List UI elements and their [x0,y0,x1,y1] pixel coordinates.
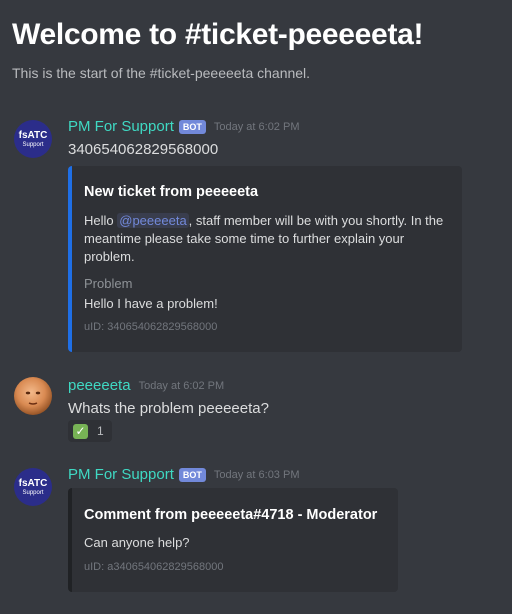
reaction-button[interactable]: ✓ 1 [68,420,112,442]
bot-tag: BOT [178,119,206,134]
timestamp: Today at 6:03 PM [213,468,300,481]
timestamp: Today at 6:02 PM [138,379,225,392]
avatar-subtext: Support [22,489,44,496]
embed: New ticket from peeeeeta Hello @peeeeeta… [68,166,462,352]
author-name[interactable]: PM For Support [68,466,174,483]
avatar-face-icon [25,391,41,405]
bot-tag: BOT [178,467,206,482]
reaction-count: 1 [97,424,104,438]
timestamp: Today at 6:02 PM [213,120,300,133]
avatar-subtext: Support [22,141,44,148]
avatar[interactable]: fsATC Support [14,120,52,158]
checkmark-icon: ✓ [73,423,88,439]
user-mention[interactable]: @peeeeeta [117,213,189,228]
author-name[interactable]: PM For Support [68,118,174,135]
embed-desc-prefix: Hello [84,213,118,228]
message-content: Whats the problem peeeeeta? [68,400,269,417]
avatar-text: fsATC [18,129,48,141]
embed-field-name: Problem [84,276,133,291]
embed-title: Comment from peeeeeta#4718 - Moderator [84,507,378,523]
embed-title: New ticket from peeeeeta [84,184,259,200]
welcome-subtitle: This is the start of the #ticket-peeeeet… [12,65,311,81]
embed-description: Can anyone help? [84,535,190,550]
author-name[interactable]: peeeeeta [68,377,131,394]
embed: Comment from peeeeeta#4718 - Moderator C… [68,488,398,592]
embed-footer: uID: a340654062829568000 [84,561,224,573]
message-content: 340654062829568000 [68,141,219,158]
embed-description: Hello @peeeeeta, staff member will be wi… [84,212,454,266]
welcome-title: Welcome to #ticket-peeeeeta! [12,18,424,51]
avatar[interactable] [14,377,52,415]
embed-field-value: Hello I have a problem! [84,296,218,311]
avatar-text: fsATC [18,477,48,489]
avatar[interactable]: fsATC Support [14,468,52,506]
embed-footer: uID: 340654062829568000 [84,321,218,333]
